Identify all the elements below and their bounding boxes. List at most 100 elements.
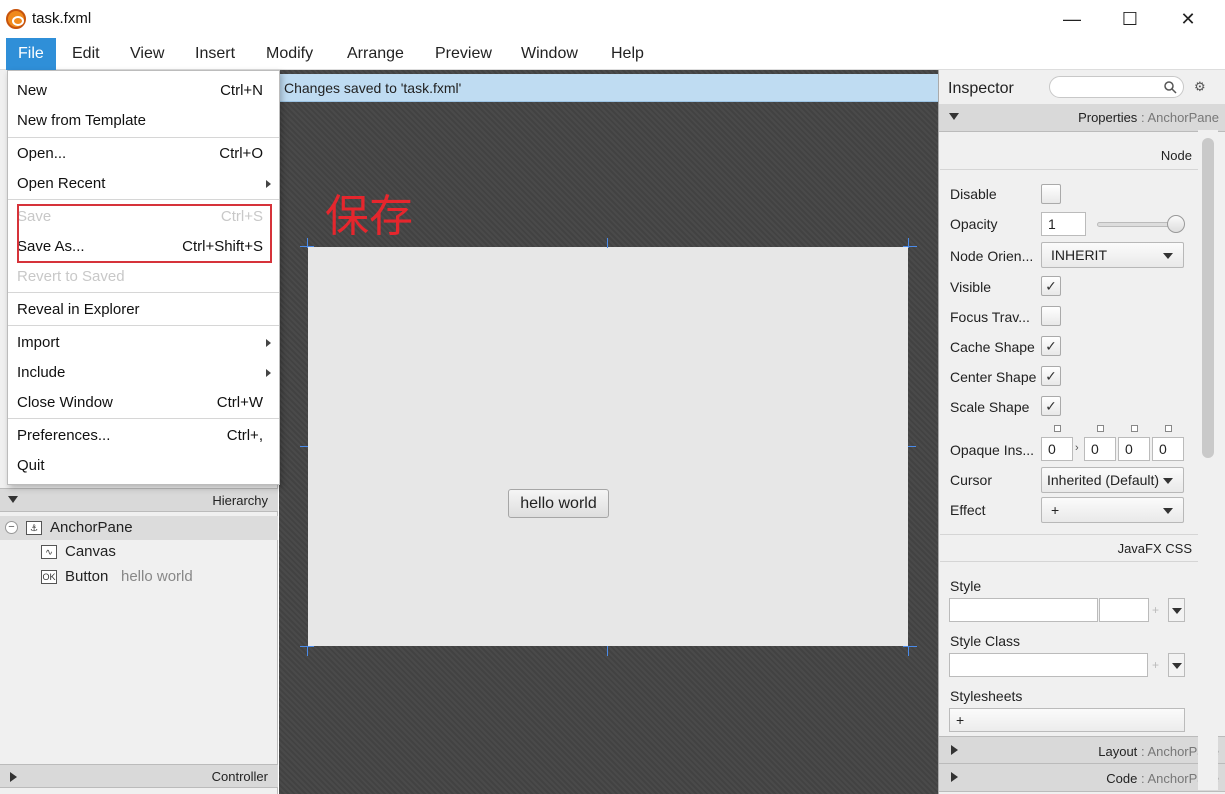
chevron-down-icon xyxy=(1163,478,1173,484)
code-title: Code xyxy=(1106,771,1138,786)
visible-checkbox[interactable]: ✓ xyxy=(1041,276,1061,296)
app-window: task.fxml — ☐ ✕ File Edit View Insert Mo… xyxy=(0,0,1225,794)
menu-item-preferences[interactable]: Preferences... Ctrl+, xyxy=(8,421,279,451)
effect-select[interactable]: + xyxy=(1041,497,1184,523)
tree-item-label: Button xyxy=(65,568,109,585)
opaque-inset-left[interactable]: 0 xyxy=(1152,437,1184,461)
disable-label: Disable xyxy=(950,186,997,202)
selection-guide xyxy=(607,238,608,248)
minimize-icon: — xyxy=(1063,8,1081,29)
menu-item-open-recent[interactable]: Open Recent xyxy=(8,169,279,199)
menu-item-new[interactable]: New Ctrl+N xyxy=(8,76,279,106)
maximize-button[interactable]: ☐ xyxy=(1101,0,1159,38)
menu-insert[interactable]: Insert xyxy=(183,38,247,70)
disable-checkbox[interactable] xyxy=(1041,184,1061,204)
style-class-field[interactable] xyxy=(949,653,1148,677)
style-class-dropdown-button[interactable] xyxy=(1168,653,1185,677)
file-menu-dropdown: New Ctrl+N New from Template Open... Ctrl+… xyxy=(7,70,280,485)
menu-item-close-window[interactable]: Close Window Ctrl+W xyxy=(8,388,279,418)
menu-file[interactable]: File xyxy=(6,38,56,70)
focus-traversable-label: Focus Trav... xyxy=(950,309,1030,325)
gear-icon[interactable]: ⚙ xyxy=(1194,79,1206,95)
style-value-field[interactable] xyxy=(1099,598,1149,622)
menu-view[interactable]: View xyxy=(118,38,176,70)
opacity-field[interactable]: 1 xyxy=(1041,212,1086,236)
search-icon xyxy=(1164,81,1177,94)
inspector-scrollbar-thumb[interactable] xyxy=(1202,138,1214,458)
opaque-inset-bottom[interactable]: 0 xyxy=(1118,437,1150,461)
properties-subtitle: : AnchorPane xyxy=(1140,110,1219,125)
menu-arrange[interactable]: Arrange xyxy=(335,38,416,70)
menu-item-new-from-template[interactable]: New from Template xyxy=(8,106,279,136)
add-stylesheet-button[interactable]: + xyxy=(949,708,1185,732)
hierarchy-title: Hierarchy xyxy=(212,493,268,508)
menu-item-import[interactable]: Import xyxy=(8,328,279,358)
minimize-button[interactable]: — xyxy=(1043,0,1101,38)
code-header[interactable]: Code : AnchorPane xyxy=(939,764,1225,792)
menu-separator xyxy=(8,137,279,138)
add-style-button[interactable]: + xyxy=(1152,603,1159,617)
inspector-panel: Inspector ⚙ Properties : AnchorPane Node… xyxy=(938,70,1225,794)
button-icon: OK xyxy=(41,570,57,584)
controller-header[interactable]: Controller xyxy=(0,764,278,788)
hello-world-button[interactable]: hello world xyxy=(508,489,609,518)
menu-window[interactable]: Window xyxy=(509,38,590,70)
hierarchy-header[interactable]: Hierarchy xyxy=(0,488,278,512)
properties-title: Properties xyxy=(1078,110,1138,125)
menu-item-include[interactable]: Include xyxy=(8,358,279,388)
opaque-inset-right[interactable]: 0 xyxy=(1084,437,1116,461)
cursor-select[interactable]: Inherited (Default) xyxy=(1041,467,1184,493)
submenu-arrow-icon xyxy=(266,369,271,377)
opacity-label: Opacity xyxy=(950,216,998,232)
menu-edit[interactable]: Edit xyxy=(60,38,112,70)
tree-item-anchorpane[interactable]: − ⚓ AnchorPane xyxy=(0,516,278,540)
menu-item-reveal-in-explorer[interactable]: Reveal in Explorer xyxy=(8,295,279,325)
menu-separator xyxy=(8,325,279,326)
expand-triangle-icon xyxy=(10,772,17,782)
style-dropdown-button[interactable] xyxy=(1168,598,1185,622)
menu-modify[interactable]: Modify xyxy=(254,38,325,70)
menu-help[interactable]: Help xyxy=(599,38,656,70)
expand-triangle-icon xyxy=(951,772,958,782)
inspector-search-input[interactable] xyxy=(1049,76,1184,98)
collapse-triangle-icon xyxy=(8,496,18,503)
add-style-class-button[interactable]: + xyxy=(1152,658,1159,672)
focus-traversable-checkbox[interactable] xyxy=(1041,306,1061,326)
anchorpane-artboard[interactable] xyxy=(308,247,908,646)
tree-item-button[interactable]: OK Button hello world xyxy=(0,565,278,589)
title-bar: task.fxml — ☐ ✕ xyxy=(0,0,1225,38)
style-field[interactable] xyxy=(949,598,1098,622)
close-button[interactable]: ✕ xyxy=(1159,0,1217,38)
style-label: Style xyxy=(950,578,982,594)
tree-item-canvas[interactable]: ∿ Canvas xyxy=(0,540,278,564)
highlight-annotation-box xyxy=(17,204,272,263)
selection-guide xyxy=(300,446,308,447)
style-class-label: Style Class xyxy=(950,633,1021,649)
tree-collapse-icon[interactable]: − xyxy=(5,521,18,534)
menu-item-revert-to-saved[interactable]: Revert to Saved xyxy=(8,262,279,292)
anchorpane-icon: ⚓ xyxy=(26,521,42,535)
node-orientation-select[interactable]: INHERIT xyxy=(1041,242,1184,268)
cursor-label: Cursor xyxy=(950,472,993,488)
layout-header[interactable]: Layout : AnchorPane xyxy=(939,736,1225,764)
scale-shape-checkbox[interactable]: ✓ xyxy=(1041,396,1061,416)
menu-separator xyxy=(8,199,279,200)
selection-guide xyxy=(908,238,909,248)
tree-item-sublabel: hello world xyxy=(121,568,193,585)
visible-label: Visible xyxy=(950,279,991,295)
layout-title: Layout xyxy=(1098,744,1138,759)
opaque-inset-top[interactable]: 0 xyxy=(1041,437,1073,461)
status-message: Changes saved to 'task.fxml' xyxy=(279,74,938,102)
chevron-down-icon xyxy=(1172,663,1182,669)
opacity-slider-thumb[interactable] xyxy=(1167,215,1185,233)
selection-guide xyxy=(908,646,909,656)
properties-header[interactable]: Properties : AnchorPane xyxy=(939,104,1225,132)
menu-item-quit[interactable]: Quit xyxy=(8,451,279,481)
cache-shape-checkbox[interactable]: ✓ xyxy=(1041,336,1061,356)
controller-title: Controller xyxy=(211,769,268,784)
menu-bar: File Edit View Insert Modify Arrange Pre… xyxy=(0,38,1225,70)
menu-preview[interactable]: Preview xyxy=(423,38,504,70)
center-shape-checkbox[interactable]: ✓ xyxy=(1041,366,1061,386)
submenu-arrow-icon xyxy=(266,180,271,188)
menu-item-open[interactable]: Open... Ctrl+O xyxy=(8,139,279,169)
